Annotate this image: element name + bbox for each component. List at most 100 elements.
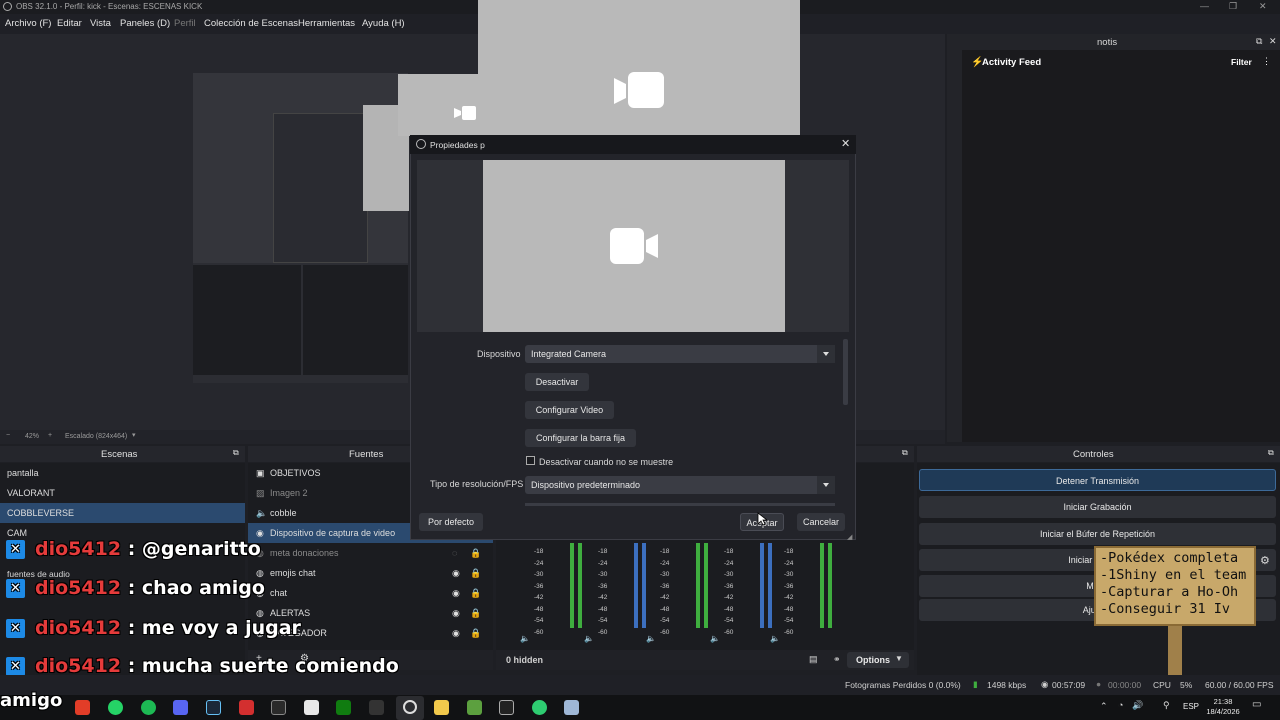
meter-scale-label: -60: [598, 628, 608, 636]
activity-feed-header: ⚡ Activity Feed Filter ⋮: [962, 51, 1280, 75]
lock-icon[interactable]: 🔒: [470, 608, 481, 619]
source-item[interactable]: ◍ emojis chat ◉ 🔒: [248, 563, 493, 583]
meter-scale-label: -60: [784, 628, 794, 636]
spotify-taskbar-icon[interactable]: [141, 700, 156, 715]
store-taskbar-icon[interactable]: [304, 700, 319, 715]
scenes-panel-header: Escenas ⧉: [0, 446, 245, 462]
deactivate-button[interactable]: Desactivar: [525, 373, 589, 391]
mute-icon[interactable]: 🔈: [710, 634, 720, 643]
scenes-title: Escenas: [101, 449, 138, 460]
steam-taskbar-icon[interactable]: [206, 700, 221, 715]
cancel-button[interactable]: Cancelar: [797, 513, 845, 531]
camera-icon: [454, 106, 476, 120]
deactivate-when-hidden-checkbox[interactable]: [526, 456, 535, 465]
mute-icon[interactable]: 🔈: [584, 634, 594, 643]
menu-editar[interactable]: Editar: [57, 18, 82, 29]
menu-perfil[interactable]: Perfil: [174, 18, 196, 29]
start-replay-buffer-button[interactable]: Iniciar el Búfer de Repetición: [919, 523, 1276, 545]
visibility-icon[interactable]: ◉: [452, 628, 460, 639]
tray-app-icon[interactable]: ◔: [1118, 700, 1123, 710]
scene-item-selected[interactable]: COBBLEVERSE: [0, 503, 245, 523]
minecraft-taskbar-icon[interactable]: [467, 700, 482, 715]
device-select[interactable]: Integrated Camera: [525, 345, 835, 363]
kick-logo-icon: ✕: [6, 657, 25, 676]
capcut-taskbar-icon[interactable]: [499, 700, 514, 715]
dock-splitter[interactable]: [947, 34, 962, 442]
tray-chevron-icon[interactable]: ⌃: [1100, 701, 1108, 712]
obs-taskbar-active[interactable]: [396, 696, 424, 720]
start-recording-button[interactable]: Iniciar Grabación: [919, 496, 1276, 518]
language-indicator[interactable]: ESP: [1183, 702, 1199, 711]
clock[interactable]: 21:38 18/4/2026: [1205, 697, 1241, 717]
minimize-icon[interactable]: —: [1200, 1, 1209, 11]
visibility-icon[interactable]: ◉: [452, 568, 460, 579]
close-window-icon[interactable]: ✕: [1259, 1, 1267, 12]
mixer-layout-icon[interactable]: ▤: [809, 654, 818, 665]
configure-crossbar-button[interactable]: Configurar la barra fija: [525, 429, 636, 447]
app-taskbar-icon[interactable]: [369, 700, 384, 715]
float-dock-icon[interactable]: ⧉: [1256, 36, 1262, 47]
notepad-taskbar-icon[interactable]: [564, 700, 579, 715]
meter-scale-label: -18: [598, 548, 608, 555]
lock-icon[interactable]: 🔒: [470, 548, 481, 559]
whatsapp-taskbar-icon[interactable]: [108, 700, 123, 715]
record-time: 00:00:00: [1108, 680, 1142, 690]
dialog-close-icon[interactable]: ✕: [841, 137, 850, 150]
volume-icon[interactable]: 🔊: [1132, 700, 1143, 711]
visibility-icon[interactable]: ◉: [452, 608, 460, 619]
meter-scale-label: -54: [598, 617, 608, 624]
resolution-type-select[interactable]: Dispositivo predeterminado: [525, 476, 835, 494]
maximize-icon[interactable]: ❐: [1229, 1, 1237, 12]
visibility-icon[interactable]: ◉: [452, 588, 460, 599]
menu-vista[interactable]: Vista: [90, 18, 111, 29]
menu-coleccion-escenas[interactable]: Colección de Escenas: [204, 18, 298, 29]
visibility-hidden-icon[interactable]: ◌: [452, 548, 457, 558]
xbox-taskbar-icon[interactable]: [336, 700, 351, 715]
epic-games-taskbar-icon[interactable]: [271, 700, 286, 715]
meter-scale-label: -24: [724, 559, 734, 567]
network-icon[interactable]: ⚲: [1163, 700, 1170, 711]
float-panel-icon[interactable]: ⧉: [902, 448, 908, 458]
meter-scale-label: -54: [724, 617, 734, 624]
mute-icon[interactable]: 🔈: [770, 634, 780, 643]
menu-ayuda[interactable]: Ayuda (H): [362, 18, 405, 29]
more-options-icon[interactable]: ⋮: [1262, 56, 1271, 67]
browser-taskbar-icon[interactable]: [75, 700, 90, 715]
stop-stream-button[interactable]: Detener Transmisión: [919, 469, 1276, 491]
meter-scale-label: -36: [724, 582, 734, 590]
float-panel-icon[interactable]: ⧉: [1268, 448, 1274, 458]
fps: 60.00 / 60.00 FPS: [1205, 680, 1274, 690]
scene-item[interactable]: pantalla: [0, 463, 245, 483]
float-panel-icon[interactable]: ⧉: [233, 448, 239, 458]
valorant-taskbar-icon[interactable]: [239, 700, 254, 715]
lock-icon[interactable]: 🔒: [470, 628, 481, 639]
menu-archivo[interactable]: Archivo (F): [5, 18, 51, 29]
meter-scale-label: -54: [784, 617, 794, 624]
lock-icon[interactable]: 🔒: [470, 568, 481, 579]
lock-icon[interactable]: 🔒: [470, 588, 481, 599]
mute-icon[interactable]: 🔈: [520, 634, 530, 643]
defaults-button[interactable]: Por defecto: [419, 513, 483, 531]
resize-grip-icon[interactable]: ◢: [847, 533, 852, 541]
close-dock-icon[interactable]: ✕: [1269, 36, 1277, 47]
file-explorer-taskbar-icon[interactable]: [434, 700, 449, 715]
menu-herramientas[interactable]: Herramientas: [298, 18, 355, 29]
dialog-scrollbar[interactable]: [843, 339, 848, 405]
mixer-link-icon[interactable]: ⚭: [833, 654, 841, 665]
filter-button[interactable]: Filter: [1231, 57, 1252, 67]
discord-taskbar-icon[interactable]: [173, 700, 188, 715]
mixer-options-button[interactable]: Options ▼: [847, 652, 909, 668]
configure-video-button[interactable]: Configurar Video: [525, 401, 614, 419]
mute-icon[interactable]: 🔈: [646, 634, 656, 643]
scale-dropdown-icon[interactable]: ▾: [132, 431, 136, 439]
scene-item[interactable]: VALORANT: [0, 483, 245, 503]
menu-paneles[interactable]: Paneles (D): [120, 18, 170, 29]
source-item[interactable]: ◍ chat ◉ 🔒: [248, 583, 493, 603]
virtual-camera-settings-icon[interactable]: ⚙: [1260, 554, 1270, 567]
chrome-taskbar-icon[interactable]: [532, 700, 547, 715]
source-item[interactable]: ◍ meta donaciones ◌ 🔒: [248, 543, 493, 563]
dialog-title: Propiedades p: [430, 140, 485, 150]
zoom-out-icon[interactable]: −: [6, 432, 10, 439]
notifications-icon[interactable]: ▭: [1252, 699, 1261, 710]
zoom-in-icon[interactable]: +: [48, 432, 52, 439]
